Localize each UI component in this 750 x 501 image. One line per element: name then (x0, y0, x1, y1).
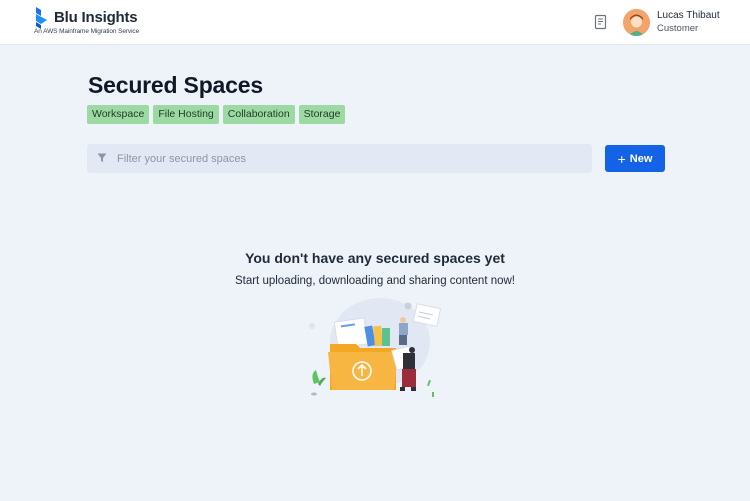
new-button-label: New (629, 152, 653, 165)
plus-icon: + (617, 150, 626, 167)
blu-logo-icon (36, 7, 47, 29)
avatar-face-icon (623, 9, 650, 36)
tag-workspace: Workspace (87, 105, 150, 124)
new-button[interactable]: + New (605, 145, 665, 172)
avatar-icon[interactable] (623, 9, 650, 36)
logo-subtitle: An AWS Mainframe Migration Service (34, 28, 140, 35)
top-header: Blu Insights An AWS Mainframe Migration … (0, 0, 750, 45)
filter-bar (87, 144, 592, 173)
page-title: Secured Spaces (88, 72, 263, 98)
user-role: Customer (657, 23, 699, 34)
book-icon[interactable] (594, 14, 608, 30)
tag-list: Workspace File Hosting Collaboration Sto… (87, 105, 346, 124)
user-name[interactable]: Lucas Thibaut (657, 10, 720, 21)
filter-icon (97, 153, 107, 162)
logo-title: Blu Insights (54, 9, 138, 26)
folder-upload-illustration (309, 298, 442, 397)
tag-storage: Storage (298, 105, 346, 124)
filter-input[interactable] (117, 144, 587, 173)
tag-file-hosting: File Hosting (153, 105, 219, 124)
empty-state-title: You don't have any secured spaces yet (245, 250, 505, 266)
app-logo[interactable]: Blu Insights An AWS Mainframe Migration … (34, 7, 154, 39)
empty-state-subtitle: Start uploading, downloading and sharing… (234, 275, 516, 287)
tag-collaboration: Collaboration (222, 105, 295, 124)
